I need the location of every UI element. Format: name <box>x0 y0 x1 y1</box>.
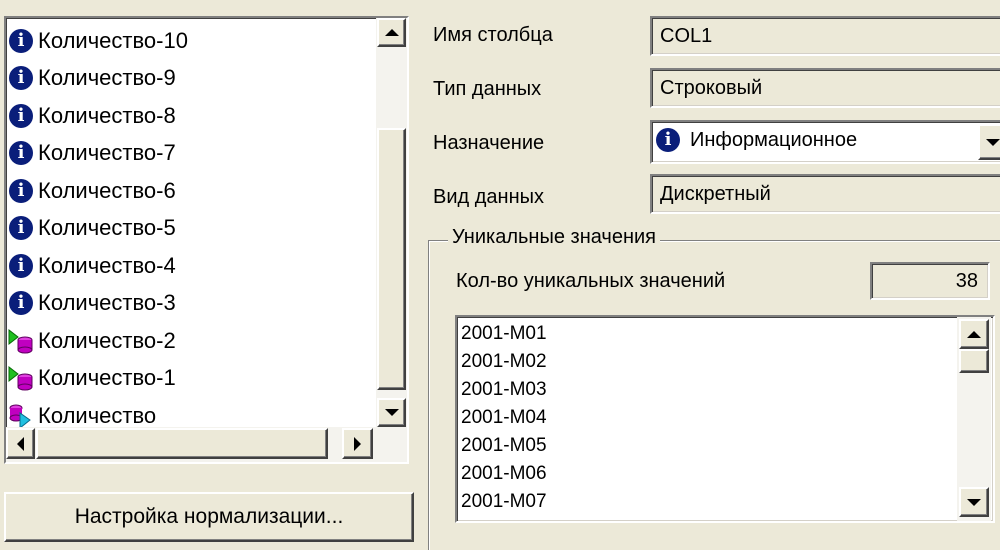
scroll-thumb[interactable] <box>959 349 989 373</box>
arrow-up-icon <box>384 29 399 36</box>
column-list-hscrollbar[interactable] <box>6 427 407 462</box>
list-item[interactable]: i Количество-6 <box>8 172 368 210</box>
scroll-thumb[interactable] <box>377 128 406 390</box>
list-item[interactable]: i Количество-10 <box>8 22 368 60</box>
input-cylinder-icon <box>8 365 34 391</box>
normalization-settings-label: Настройка нормализации... <box>74 505 344 528</box>
column-list[interactable]: i Количество-10 i Количество-9 i Количес… <box>4 16 409 464</box>
unique-values-vscrollbar[interactable] <box>957 317 991 521</box>
list-item-label: Количество-1 <box>38 365 176 391</box>
list-item-label: Количество-4 <box>38 252 176 278</box>
list-item[interactable]: 2001-M04 <box>461 404 547 432</box>
unique-values-items: 2001-M01 2001-M02 2001-M03 2001-M04 2001… <box>461 320 547 516</box>
info-icon: i <box>8 215 34 241</box>
scroll-left-button[interactable] <box>6 428 35 459</box>
hscroll-thumb[interactable] <box>36 428 328 459</box>
scroll-down-button[interactable] <box>377 398 406 427</box>
list-item-label: Количество-3 <box>38 290 176 316</box>
arrow-up-icon <box>967 330 981 338</box>
list-item-label: Количество-7 <box>38 140 176 166</box>
scroll-down-button[interactable] <box>959 487 989 517</box>
data-type-label: Тип данных <box>433 78 542 100</box>
input-cylinder-icon <box>8 328 34 354</box>
dropdown-button[interactable] <box>978 124 1000 160</box>
column-name-field[interactable]: COL1 <box>650 16 1000 56</box>
info-icon: i <box>656 128 680 152</box>
arrow-down-icon <box>967 498 981 506</box>
list-item[interactable]: i Количество-8 <box>8 97 368 135</box>
list-item-label: Количество-2 <box>38 327 176 353</box>
list-item-label: Количество-10 <box>38 27 188 53</box>
list-item[interactable]: i Количество-3 <box>8 285 368 323</box>
list-item[interactable]: 2001-M06 <box>461 460 547 488</box>
arrow-left-icon <box>17 436 24 451</box>
purpose-label: Назначение <box>433 132 545 154</box>
purpose-dropdown[interactable]: i Информационное <box>650 120 1000 164</box>
info-icon: i <box>8 140 34 166</box>
info-icon: i <box>8 253 34 279</box>
list-item-label: Количество-5 <box>38 215 176 241</box>
unique-count-value: 38 <box>955 269 978 292</box>
list-item[interactable]: 2001-M02 <box>461 348 547 376</box>
list-item-label: Количество <box>38 402 157 428</box>
info-icon: i <box>8 178 34 204</box>
column-list-vscrollbar[interactable] <box>376 18 407 427</box>
scroll-right-button[interactable] <box>342 428 373 459</box>
column-name-label: Имя столбца <box>433 24 553 46</box>
unique-count-field: 38 <box>870 262 990 300</box>
info-icon: i <box>8 290 34 316</box>
arrow-down-icon <box>384 409 399 416</box>
info-icon: i <box>8 103 34 129</box>
list-item[interactable]: 2001-M07 <box>461 488 547 516</box>
data-type-field[interactable]: Строковый <box>650 68 1000 108</box>
list-item-label: Количество-8 <box>38 102 176 128</box>
data-kind-field[interactable]: Дискретный <box>650 174 1000 214</box>
list-item-label: Количество-9 <box>38 65 176 91</box>
info-icon: i <box>8 28 34 54</box>
purpose-selected: i Информационное <box>656 128 857 152</box>
info-icon: i <box>8 65 34 91</box>
list-item[interactable]: Количество-2 <box>8 322 368 360</box>
list-item[interactable]: 2001-M05 <box>461 432 547 460</box>
output-cylinder-icon <box>8 403 34 429</box>
scroll-up-button[interactable] <box>959 319 989 349</box>
list-item[interactable]: Количество-1 <box>8 360 368 398</box>
list-item[interactable]: i Количество-4 <box>8 247 368 285</box>
unique-values-title: Уникальные значения <box>448 226 661 249</box>
unique-values-list[interactable]: 2001-M01 2001-M02 2001-M03 2001-M04 2001… <box>455 315 995 523</box>
list-item[interactable]: i Количество-7 <box>8 135 368 173</box>
list-item[interactable]: i Количество-5 <box>8 210 368 248</box>
unique-count-label: Кол-во уникальных значений <box>456 270 726 292</box>
column-list-items: i Количество-10 i Количество-9 i Количес… <box>8 22 368 435</box>
data-kind-label: Вид данных <box>433 186 544 208</box>
list-item[interactable]: 2001-M03 <box>461 376 547 404</box>
scroll-up-button[interactable] <box>377 18 406 47</box>
list-item[interactable]: i Количество-9 <box>8 60 368 98</box>
chevron-down-icon <box>986 138 1000 146</box>
list-item[interactable]: 2001-M01 <box>461 320 547 348</box>
list-item-label: Количество-6 <box>38 177 176 203</box>
arrow-right-icon <box>354 436 361 451</box>
purpose-value: Информационное <box>690 128 858 151</box>
